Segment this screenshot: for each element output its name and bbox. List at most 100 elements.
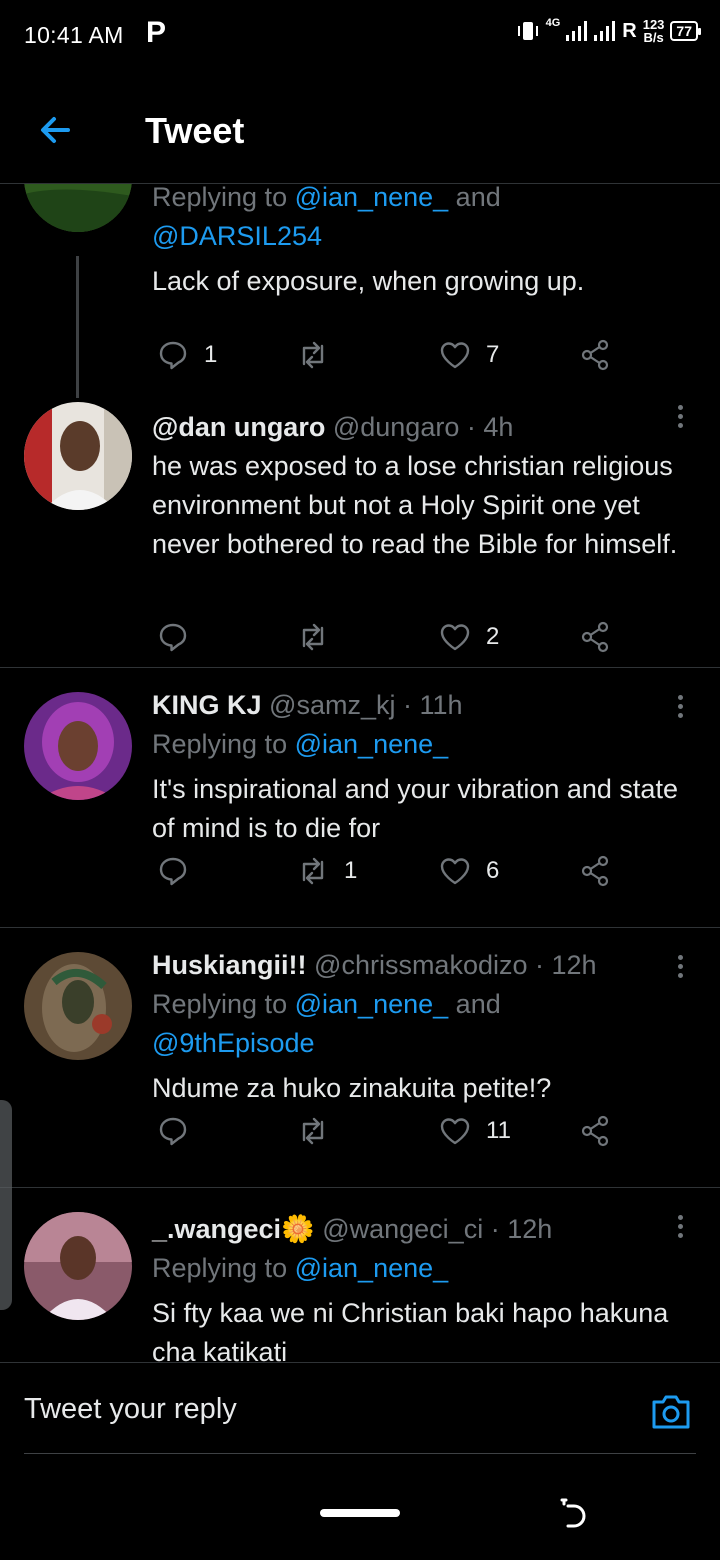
roaming-indicator: R (622, 19, 637, 42)
author-handle[interactable]: @dungaro (333, 412, 460, 442)
retweet-icon (302, 341, 324, 369)
like-count: 11 (486, 1117, 511, 1144)
like-count: 6 (486, 857, 500, 884)
flower-emoji-icon: 🌼 (281, 1214, 315, 1244)
network-speed: 123 B/s (642, 17, 665, 45)
tweet-meta: Huskiangii!! @chrissmakodizo · 12h (152, 946, 690, 985)
heart-icon (440, 1118, 470, 1145)
list-item[interactable]: _.wangeci🌼 @wangeci_ci · 12h Replying to… (0, 1188, 720, 1362)
edge-panel-handle[interactable] (0, 1100, 12, 1310)
mention-link[interactable]: @DARSIL254 (152, 221, 322, 251)
author-name[interactable]: Huskiangii!! (152, 950, 307, 980)
like-button[interactable]: 6 (438, 854, 499, 888)
list-item[interactable]: @dan ungaro @dungaro · 4h he was exposed… (0, 398, 720, 668)
reply-button[interactable]: 1 (156, 338, 217, 372)
share-button[interactable] (578, 338, 612, 372)
tweet-time: · 12h (535, 950, 597, 980)
reply-count: 1 (204, 341, 218, 368)
replying-to: Replying to @ian_nene_ and @9thEpisode (152, 989, 501, 1058)
signal-icon (566, 21, 588, 41)
replies-feed[interactable]: Replying to @ian_nene_ and @DARSIL254 Lac… (0, 184, 720, 1362)
share-button[interactable] (578, 1114, 612, 1148)
retweet-button[interactable] (296, 338, 344, 372)
camera-button[interactable] (650, 1393, 692, 1431)
status-bar: 10:41 AM P 4G R 123 B/s 77 (0, 0, 720, 72)
like-button[interactable]: 7 (438, 338, 499, 372)
reply-button[interactable] (156, 1114, 204, 1148)
page-title: Tweet (145, 110, 245, 151)
tweet-text: It's inspirational and your vibration an… (152, 774, 678, 843)
like-button[interactable]: 11 (438, 1114, 511, 1148)
avatar[interactable] (24, 402, 132, 510)
app-notification-icon: P (146, 16, 167, 49)
share-button[interactable] (578, 620, 612, 654)
tweet-time: · 11h (403, 690, 463, 720)
signal-icon-2 (594, 21, 616, 41)
share-icon (581, 1115, 609, 1147)
mention-link[interactable]: @ian_nene_ (295, 989, 449, 1019)
reply-button[interactable] (156, 620, 204, 654)
nav-back-button[interactable] (556, 1496, 588, 1530)
author-handle[interactable]: @wangeci_ci (322, 1214, 483, 1244)
system-nav-bar (0, 1454, 720, 1560)
tweet-meta: KING KJ @samz_kj · 11h (152, 686, 690, 725)
tweet-text: Si fty kaa we ni Christian baki hapo hak… (152, 1298, 669, 1362)
camera-icon (652, 1395, 690, 1429)
avatar[interactable] (24, 184, 132, 232)
author-handle[interactable]: @samz_kj (269, 690, 395, 720)
tweet-actions: 1 7 (152, 338, 622, 382)
mention-link[interactable]: @ian_nene_ (295, 184, 449, 212)
tweet-time: · 4h (466, 412, 514, 442)
tweet-body: Huskiangii!! @chrissmakodizo · 12h Reply… (152, 946, 690, 1108)
status-icons: 4G R 123 B/s 77 (516, 17, 701, 45)
back-button[interactable] (34, 108, 78, 152)
list-item[interactable]: Huskiangii!! @chrissmakodizo · 12h Reply… (0, 928, 720, 1188)
like-count: 7 (486, 341, 500, 368)
network-type: 4G (545, 17, 561, 29)
like-button[interactable]: 2 (438, 620, 499, 654)
home-gesture-bar[interactable] (320, 1509, 400, 1517)
reply-input[interactable]: Tweet your reply (24, 1383, 614, 1435)
tweet-text: Ndume za huko zinakuita petite!? (152, 1073, 552, 1103)
reply-icon (159, 857, 187, 886)
retweet-count: 1 (344, 857, 358, 884)
tweet-meta: _.wangeci🌼 @wangeci_ci · 12h (152, 1210, 690, 1249)
retweet-icon (302, 1117, 324, 1145)
share-icon (581, 339, 609, 371)
status-time: 10:41 AM (24, 22, 124, 48)
retweet-button[interactable] (296, 1114, 344, 1148)
tweet-actions: 11 (152, 1114, 622, 1158)
retweet-icon (302, 623, 324, 651)
author-name[interactable]: KING KJ (152, 690, 262, 720)
reply-icon (159, 341, 187, 370)
tweet-meta: @dan ungaro @dungaro · 4h (152, 408, 690, 447)
mention-link[interactable]: @9thEpisode (152, 1028, 315, 1058)
thread-line (76, 256, 79, 398)
avatar[interactable] (24, 692, 132, 800)
retweet-button[interactable]: 1 (296, 854, 357, 888)
list-item[interactable]: KING KJ @samz_kj · 11h Replying to @ian_… (0, 668, 720, 928)
avatar[interactable] (24, 952, 132, 1060)
mention-link[interactable]: @ian_nene_ (295, 729, 449, 759)
author-handle[interactable]: @chrissmakodizo (314, 950, 527, 980)
mention-link[interactable]: @ian_nene_ (295, 1253, 449, 1283)
arrow-left-icon (41, 117, 70, 143)
like-count: 2 (486, 623, 500, 650)
list-item[interactable]: Replying to @ian_nene_ and @DARSIL254 Lac… (0, 184, 720, 398)
rotate-icon (560, 1498, 586, 1528)
avatar[interactable] (24, 1212, 132, 1320)
tweet-body: _.wangeci🌼 @wangeci_ci · 12h Replying to… (152, 1210, 690, 1362)
reply-button[interactable] (156, 854, 204, 888)
retweet-button[interactable] (296, 620, 344, 654)
vibrate-icon (517, 22, 538, 40)
reply-bar: Tweet your reply (0, 1362, 720, 1454)
tweet-text: he was exposed to a lose christian relig… (152, 451, 678, 559)
replying-to: Replying to @ian_nene_ and @DARSIL254 (152, 184, 501, 251)
tweet-actions: 2 (152, 620, 622, 664)
share-button[interactable] (578, 854, 612, 888)
tweet-body: KING KJ @samz_kj · 11h Replying to @ian_… (152, 686, 690, 848)
author-name[interactable]: @dan ungaro (152, 412, 325, 442)
battery-icon: 77 (670, 21, 701, 41)
author-name[interactable]: _.wangeci (152, 1214, 281, 1244)
heart-icon (440, 624, 470, 651)
